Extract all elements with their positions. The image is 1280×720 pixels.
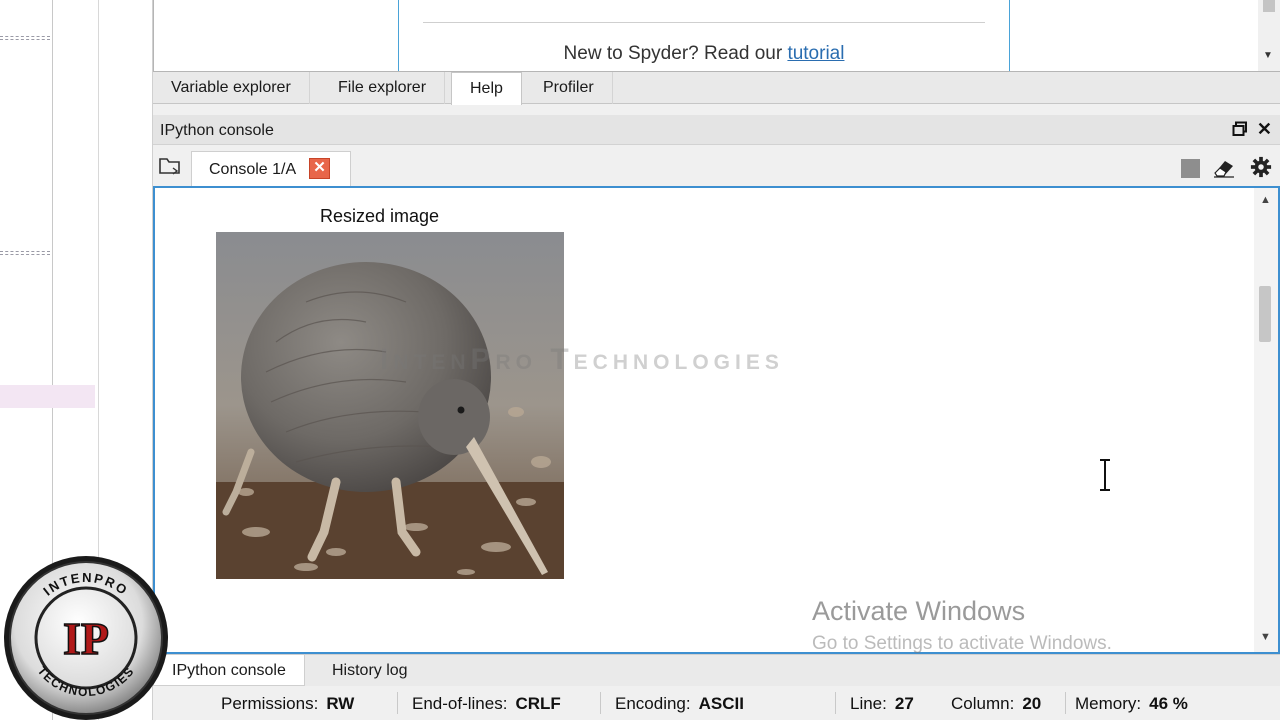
help-intro-text: New to Spyder? Read our: [563, 43, 783, 64]
cell-separator: [0, 251, 50, 255]
pane-tab-bar: Variable explorer File explorer Help Pro…: [153, 72, 1280, 105]
status-line: Line: 27: [850, 694, 914, 714]
memory-value: 46 %: [1149, 694, 1188, 713]
cell-separator: [0, 36, 50, 40]
tab-ipython-console[interactable]: IPython console: [153, 655, 305, 686]
browse-tabs-icon[interactable]: [159, 157, 181, 175]
eol-value: CRLF: [515, 694, 561, 713]
interrupt-kernel-icon[interactable]: [1181, 159, 1200, 178]
intenpro-logo: INTENPRO TECHNOLOGIES IP: [4, 556, 168, 720]
status-memory: Memory: 46 %: [1075, 694, 1188, 714]
tab-help[interactable]: Help: [451, 72, 522, 105]
status-separator: [1065, 692, 1066, 714]
activation-subtitle: Go to Settings to activate Windows.: [812, 633, 1112, 654]
status-separator: [397, 692, 398, 714]
help-scrollbar-thumb[interactable]: [1263, 0, 1275, 12]
scroll-up-icon[interactable]: ▲: [1260, 194, 1271, 206]
ipython-console-output[interactable]: Resized image ▲ ▼: [153, 186, 1280, 654]
status-permissions: Permissions: RW: [221, 694, 354, 714]
status-encoding: Encoding: ASCII: [615, 694, 744, 714]
help-intro: New to Spyder? Read our tutorial: [399, 43, 1009, 65]
bottom-tab-bar: IPython console History log: [153, 654, 1280, 686]
pane-title: IPython console: [160, 122, 274, 139]
text-cursor-icon: [1100, 459, 1110, 491]
console-scrollbar-thumb[interactable]: [1259, 286, 1271, 342]
tutorial-link[interactable]: tutorial: [787, 43, 844, 64]
current-line-highlight: [0, 385, 95, 408]
close-console-icon[interactable]: ✕: [309, 158, 330, 179]
help-content: New to Spyder? Read our tutorial: [398, 0, 1010, 71]
memory-label: Memory:: [1075, 694, 1142, 713]
kiwi-bird-image: [216, 232, 564, 579]
tab-history-log[interactable]: History log: [314, 655, 426, 686]
help-pane: New to Spyder? Read our tutorial ▼: [153, 0, 1280, 72]
windows-activation-notice: Activate Windows Go to Settings to activ…: [812, 596, 1112, 655]
permissions-value: RW: [326, 694, 355, 713]
console-tab-bar: Console 1/A ✕: [153, 146, 1280, 186]
undock-icon[interactable]: [1232, 121, 1248, 137]
scroll-down-icon[interactable]: ▼: [1263, 50, 1273, 61]
ipython-pane-titlebar: IPython console ✕: [153, 115, 1280, 145]
column-value: 20: [1022, 694, 1042, 713]
column-label: Column:: [951, 694, 1015, 713]
encoding-label: Encoding:: [615, 694, 691, 713]
status-separator: [835, 692, 836, 714]
status-eol: End-of-lines: CRLF: [412, 694, 561, 714]
eol-label: End-of-lines:: [412, 694, 508, 713]
scroll-down-icon[interactable]: ▼: [1260, 631, 1271, 643]
line-value: 27: [894, 694, 914, 713]
activation-title: Activate Windows: [812, 596, 1026, 626]
tab-file-explorer[interactable]: File explorer: [320, 72, 446, 104]
gear-icon[interactable]: [1250, 156, 1272, 178]
clear-console-icon[interactable]: [1212, 158, 1236, 178]
help-scrollbar[interactable]: ▼: [1258, 0, 1280, 71]
status-column: Column: 20: [951, 694, 1041, 714]
permissions-label: Permissions:: [221, 694, 319, 713]
logo-monogram: IP: [63, 613, 109, 664]
tab-profiler[interactable]: Profiler: [525, 72, 613, 104]
close-pane-icon[interactable]: ✕: [1257, 119, 1272, 140]
encoding-value: ASCII: [698, 694, 744, 713]
console-scrollbar[interactable]: ▲ ▼: [1254, 188, 1278, 652]
status-separator: [600, 692, 601, 714]
help-divider: [423, 22, 985, 23]
console-tab-label: Console 1/A: [209, 161, 297, 178]
tab-variable-explorer[interactable]: Variable explorer: [153, 72, 310, 104]
status-bar: Permissions: RW End-of-lines: CRLF Encodin…: [153, 688, 1280, 720]
tab-console-1[interactable]: Console 1/A ✕: [191, 151, 351, 186]
line-label: Line:: [850, 694, 887, 713]
figure-title: Resized image: [320, 206, 440, 226]
